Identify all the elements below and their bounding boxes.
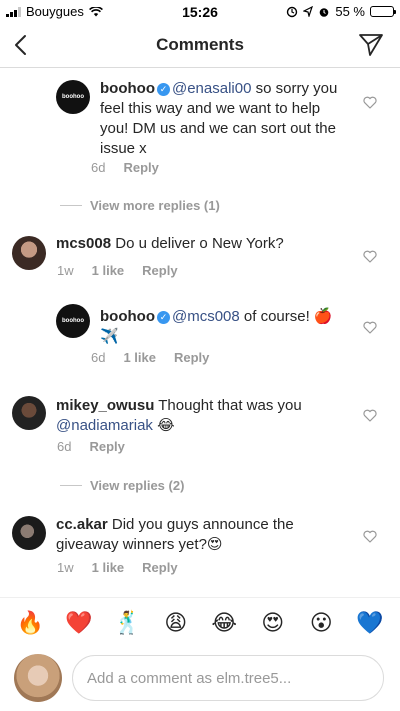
- battery-percent: 55 %: [335, 4, 365, 19]
- comment-meta: 6d Reply: [91, 160, 159, 175]
- alarm-icon: [320, 7, 329, 17]
- avatar-logo-text: boohoo: [62, 94, 84, 100]
- comment-meta: 6d Reply: [57, 439, 125, 454]
- avatar[interactable]: boohoo: [56, 304, 90, 338]
- divider: [60, 205, 82, 206]
- comment-emoji: 😂: [152, 417, 175, 434]
- avatar-logo-text: boohoo: [62, 318, 84, 324]
- direct-send-icon[interactable]: [358, 33, 384, 57]
- like-heart-icon[interactable]: [363, 96, 377, 109]
- view-replies-link[interactable]: View replies (2): [60, 478, 184, 493]
- comment-mention[interactable]: @mcs008: [172, 308, 240, 325]
- comment-time: 6d: [91, 160, 106, 175]
- heart-eyes-emoji-button[interactable]: 😍: [258, 610, 288, 636]
- like-heart-icon[interactable]: [363, 321, 377, 334]
- view-more-replies-label: View more replies (1): [90, 198, 220, 213]
- comment-body: mcs008 Do u deliver o New York?: [56, 234, 346, 254]
- reply-button[interactable]: Reply: [174, 350, 209, 365]
- comment-time: 6d: [57, 439, 72, 454]
- blue-heart-emoji-button[interactable]: 💙: [355, 610, 385, 636]
- nav-bar: Comments: [0, 22, 400, 68]
- like-heart-icon[interactable]: [363, 250, 377, 263]
- comment-time: 6d: [91, 350, 106, 365]
- comment-reply-boohoo-1: boohoo boohoo ✓ @enasali00 so sorry you fe…: [0, 76, 400, 186]
- like-heart-icon[interactable]: [363, 409, 377, 422]
- comment-mention[interactable]: @enasali00: [172, 80, 251, 97]
- comment-text: Thought that was you: [154, 397, 302, 414]
- comment-text: Do u deliver o New York?: [111, 235, 284, 252]
- location-arrow-icon: [303, 6, 314, 17]
- comment-body: cc.akar Did you guys announce the giveaw…: [56, 515, 346, 555]
- weary-face-emoji-button[interactable]: 😩: [161, 610, 191, 636]
- comment-username[interactable]: cc.akar: [56, 516, 108, 533]
- reply-button[interactable]: Reply: [123, 160, 158, 175]
- comment-username[interactable]: mcs008: [56, 235, 111, 252]
- avatar[interactable]: [12, 396, 46, 430]
- comment-meta: 1w 1 like Reply: [57, 263, 178, 278]
- battery-icon: [370, 6, 396, 17]
- likes-count[interactable]: 1 like: [123, 350, 156, 365]
- view-replies-label: View replies (2): [90, 478, 185, 493]
- likes-count[interactable]: 1 like: [92, 560, 125, 575]
- dancer-emoji-button[interactable]: 🕺: [112, 610, 142, 636]
- comment-mention[interactable]: @nadiamariak: [56, 417, 153, 434]
- reply-button[interactable]: Reply: [142, 560, 177, 575]
- comment-time: 1w: [57, 560, 74, 575]
- verified-badge-icon: ✓: [156, 311, 170, 324]
- comment-mikey-owusu: mikey_owusu Thought that was you @nadiam…: [0, 394, 400, 460]
- comment-time: 1w: [57, 263, 74, 278]
- comment-meta: 6d 1 like Reply: [91, 350, 209, 365]
- status-bar: Bouygues 15:26 55 %: [0, 0, 400, 22]
- emoji-quick-bar: 🔥 ❤️ 🕺 😩 😂 😍 😮 💙: [0, 597, 400, 647]
- divider: [60, 485, 82, 486]
- like-heart-icon[interactable]: [363, 530, 377, 543]
- verified-badge-icon: ✓: [156, 83, 170, 96]
- screen-lock-icon: [287, 6, 298, 17]
- page-title: Comments: [156, 35, 244, 54]
- heart-emoji-button[interactable]: ❤️: [64, 610, 94, 636]
- comment-reply-boohoo-2: boohoo boohoo ✓ @mcs008 of course! 🍎 ✈️ 6d…: [0, 304, 400, 375]
- comment-body: boohoo ✓ @mcs008 of course! 🍎 ✈️: [100, 307, 350, 347]
- likes-count[interactable]: 1 like: [92, 263, 125, 278]
- comment-cc-akar: cc.akar Did you guys announce the giveaw…: [0, 514, 400, 580]
- comment-username[interactable]: mikey_owusu: [56, 397, 154, 414]
- surprised-emoji-button[interactable]: 😮: [306, 610, 336, 636]
- comment-mcs008: mcs008 Do u deliver o New York? 1w 1 lik…: [0, 232, 400, 288]
- comment-input[interactable]: [72, 655, 384, 701]
- fire-emoji-button[interactable]: 🔥: [15, 610, 45, 636]
- comment-body: mikey_owusu Thought that was you @nadiam…: [56, 396, 346, 436]
- avatar[interactable]: [12, 236, 46, 270]
- view-more-replies-link[interactable]: View more replies (1): [60, 198, 220, 213]
- laughing-emoji-button[interactable]: 😂: [209, 610, 239, 636]
- current-user-avatar: [14, 654, 62, 702]
- avatar[interactable]: boohoo: [56, 80, 90, 114]
- reply-button[interactable]: Reply: [89, 439, 124, 454]
- comment-username[interactable]: boohoo: [100, 308, 155, 325]
- comment-meta: 1w 1 like Reply: [57, 560, 178, 575]
- avatar[interactable]: [12, 516, 46, 550]
- status-right: 55 %: [286, 4, 396, 19]
- reply-button[interactable]: Reply: [142, 263, 177, 278]
- comment-username[interactable]: boohoo: [100, 80, 155, 97]
- comment-body: boohoo ✓ @enasali00 so sorry you feel this…: [100, 79, 350, 159]
- comment-composer: [0, 648, 400, 711]
